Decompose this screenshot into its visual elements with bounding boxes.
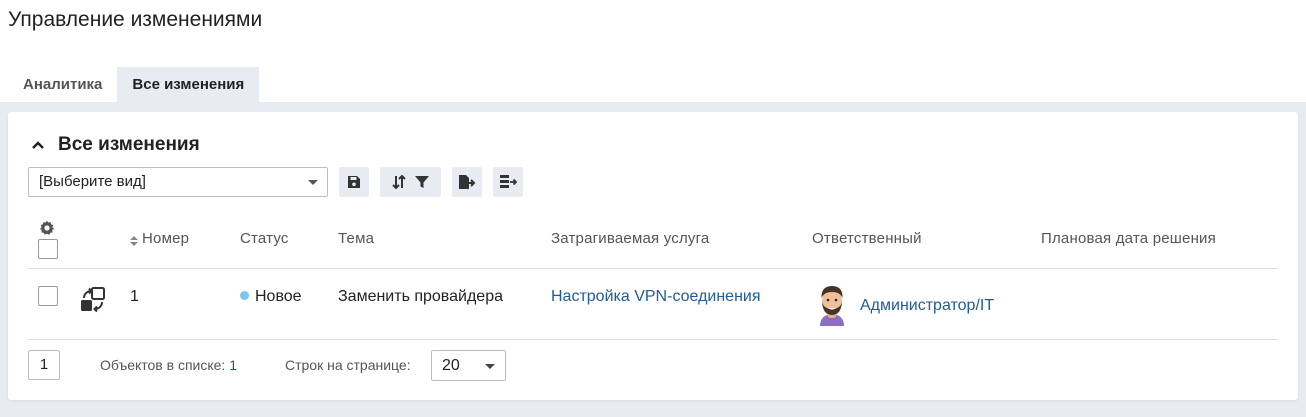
view-select[interactable]: [Выберите вид] [28,167,328,197]
rows-per-page-label: Строк на странице: [285,357,411,373]
filter-icon[interactable] [415,175,429,189]
pagination-page[interactable]: 1 [28,350,60,380]
avatar [816,282,848,331]
export-list-icon [499,174,517,190]
save-icon [347,175,361,189]
row-number: 1 [130,288,139,305]
column-service[interactable]: Затрагиваемая услуга [551,230,709,247]
save-view-button[interactable] [339,167,369,197]
column-responsible[interactable]: Ответственный [812,230,922,247]
table-row[interactable]: 1 Новое Заменить провайдера Настройка VP… [28,270,1278,340]
view-select-value: [Выберите вид] [39,173,146,190]
column-planned-date[interactable]: Плановая дата решения [1041,230,1216,247]
export-list-button[interactable] [493,167,523,197]
chevron-down-icon [308,180,318,185]
row-checkbox[interactable] [38,286,58,306]
page-title: Управление изменениями [8,8,263,31]
section-header[interactable]: Все изменения [30,134,200,156]
rows-per-page-select[interactable]: 20 [431,350,506,381]
column-subject[interactable]: Тема [338,230,374,247]
responsible-link[interactable]: Администратор/IT [860,297,994,315]
sort-arrows-icon[interactable] [130,234,138,252]
gear-icon[interactable] [39,220,55,241]
status-dot-icon [240,291,249,300]
select-all-checkbox[interactable] [38,239,58,259]
table-header: Номер Статус Тема Затрагиваемая услуга О… [28,217,1278,269]
export-button[interactable] [452,167,482,197]
objects-label: Объектов в списке: [100,357,226,373]
rows-per-page-value: 20 [442,357,460,374]
changes-panel: Все изменения [Выберите вид] Номер Стату… [8,112,1298,400]
sort-icon[interactable] [392,174,406,190]
chevron-down-icon [485,364,495,369]
tab-analytics[interactable]: Аналитика [8,67,117,102]
objects-count-value: 1 [229,357,238,373]
section-title: Все изменения [58,134,200,155]
status-label: Новое [255,288,302,305]
row-subject[interactable]: Заменить провайдера [338,288,503,306]
status-badge: Новое [240,288,302,306]
change-request-icon [80,287,106,318]
column-number[interactable]: Номер [142,230,189,247]
tab-bar: Аналитика Все изменения [8,67,260,102]
sort-filter-button-group [380,167,441,197]
service-link[interactable]: Настройка VPN-соединения [551,288,761,306]
chevron-up-icon[interactable] [30,137,46,153]
export-icon [458,174,476,190]
column-status[interactable]: Статус [240,230,289,247]
objects-count: Объектов в списке: 1 [100,357,237,373]
tab-all-changes[interactable]: Все изменения [117,67,260,102]
